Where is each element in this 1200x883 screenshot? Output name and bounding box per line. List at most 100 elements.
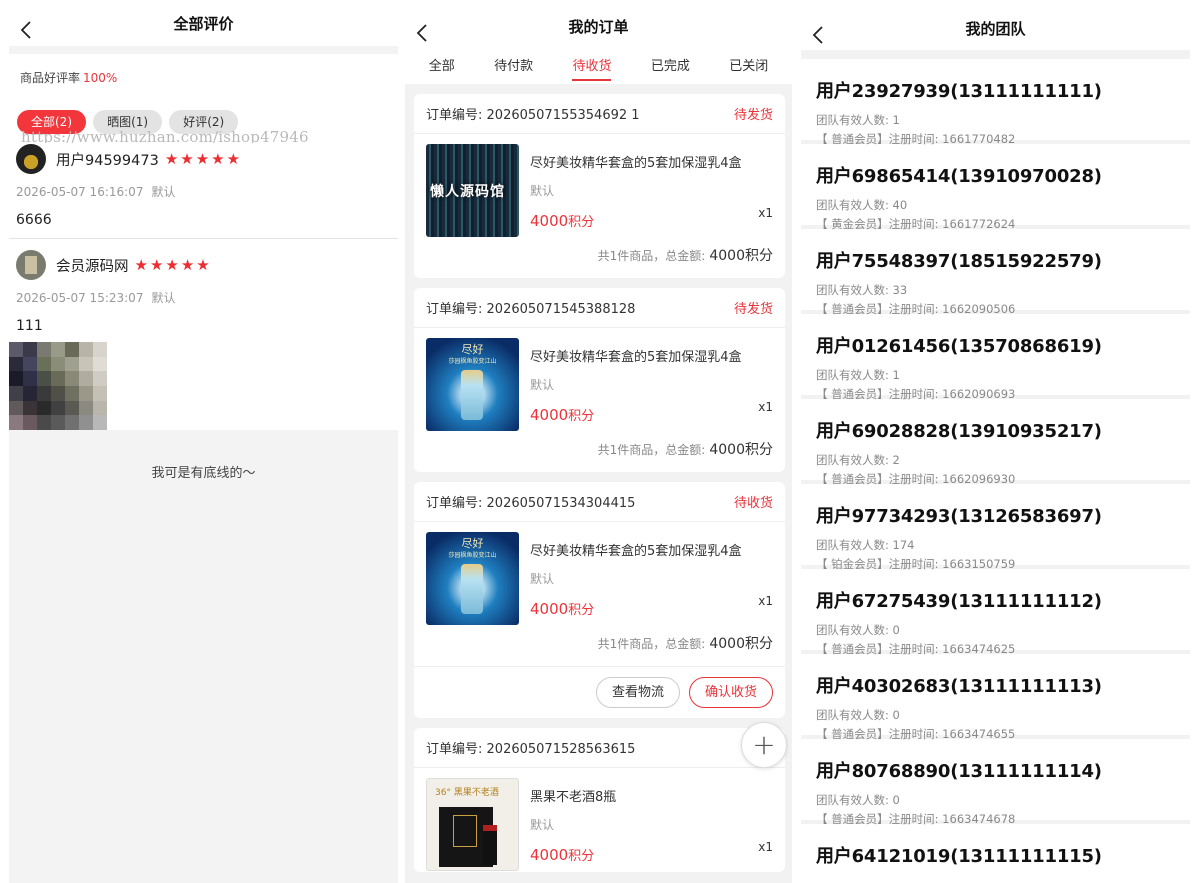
tab-pending-receipt[interactable]: 待收货 [572,42,612,84]
member-item[interactable]: 用户01261456(13570868619) 团队有效人数: 1 【 普通会员】注… [801,314,1190,401]
order-total: 4000积分 [709,636,773,652]
member-name: 用户69865414(13910970028) [816,166,1102,187]
price-unit: 积分 [568,409,595,424]
order-no-label: 订单编号: [426,496,483,511]
order-card[interactable]: 订单编号: 20260507155354692 1 待发货 懒人源码馆 尽好美妆精… [414,94,785,278]
member-item[interactable]: 用户69028828(13910935217) 团队有效人数: 2 【 普通会员】注… [801,399,1190,486]
member-team-count: 团队有效人数: 1 [816,113,900,127]
tab-pending-payment[interactable]: 待付款 [494,42,533,84]
order-summary: 共1件商品，总金额: 4000积分 [414,238,785,278]
review-spec: 默认 [151,185,176,199]
team-header: 我的团队 [801,0,1190,50]
page-title: 我的订单 [568,18,629,36]
summary-label: 共1件商品，总金额: [597,637,706,651]
reviews-panel: 全部评价 商品好评率 100% 全部(2) 晒图(1) 好评(2) https:/… [9,0,398,883]
member-team-count: 团队有效人数: 0 [816,708,900,722]
member-list: 用户23927939(13111111111) 团队有效人数: 1 【 普通会员】注… [801,59,1190,883]
product-spec: 默认 [530,818,555,832]
tab-all[interactable]: 全部 [429,42,455,84]
product-image: 尽好莎园枫鱼胶变江山 [426,532,519,625]
product-image: 懒人源码馆 [426,144,519,237]
member-name: 用户01261456(13570868619) [816,336,1102,357]
member-name: 用户80768890(13111111114) [816,761,1102,782]
add-icon[interactable]: + [741,722,787,768]
price-unit: 积分 [568,603,595,618]
order-actions: 查看物流 确认收货 [414,666,785,718]
order-no: 202605071528563615 [486,742,636,757]
review-item: 用户94599473 ★★★★★ 2026-05-07 16:16:07 默认 6… [9,143,398,238]
avatar [16,144,46,174]
review-spec: 默认 [151,291,176,305]
order-card[interactable]: 订单编号: 202605071545388128 待发货 尽好 莎园枫鱼胶变江山 尽… [414,288,785,472]
member-item[interactable]: 用户97734293(13126583697) 团队有效人数: 174 【 铂金会员… [801,484,1190,571]
review-user: 会员源码网 [56,258,129,275]
order-no-label: 订单编号: [426,302,483,317]
page-title: 全部评价 [173,15,234,33]
reviews-header: 全部评价 [9,0,398,46]
order-status: 待发货 [733,108,773,123]
thumb-sub: 莎园枫鱼胶变江山 [448,358,497,365]
page-title: 我的团队 [965,20,1026,38]
good-rate-value: 100% [83,71,118,85]
order-summary: 共1件商品，总金额: 4000积分 [414,626,785,666]
back-icon[interactable] [413,12,433,42]
review-content: 6666 [16,212,52,228]
member-team-count: 团队有效人数: 1 [816,368,900,382]
member-item[interactable]: 用户40302683(13111111113) 团队有效人数: 0 【 普通会员】注… [801,654,1190,741]
order-card[interactable]: 订单编号: 202605071534304415 待收货 尽好莎园枫鱼胶变江山 尽… [414,482,785,718]
back-icon[interactable] [809,12,829,44]
price-value: 4000 [530,212,569,230]
star-rating-icon: ★★★★★ [134,256,212,274]
order-no: 202605071534304415 [486,496,636,511]
order-summary: 共1件商品，总金额: 4000积分 [414,432,785,472]
thumb-brand: 尽好 [461,343,484,356]
price-unit: 积分 [568,849,595,864]
price-unit: 积分 [568,215,595,230]
product-name: 尽好美妆精华套盒的5套加保湿乳4盒 [530,544,742,559]
member-name: 用户23927939(13111111111) [816,81,1102,102]
product-spec: 默认 [530,184,555,198]
product-name: 黑果不老酒8瓶 [530,790,617,805]
back-icon[interactable] [17,12,37,39]
summary-label: 共1件商品，总金额: [597,249,706,263]
review-time: 2026-05-07 16:16:07 [16,185,144,199]
member-item[interactable]: 用户67275439(13111111112) 团队有效人数: 0 【 普通会员】注… [801,569,1190,656]
product-image: 36° 黑果不老酒 [426,778,519,871]
team-panel: 我的团队 用户23927939(13111111111) 团队有效人数: 1 【 普… [801,0,1190,883]
price-value: 4000 [530,600,569,618]
review-image[interactable] [9,342,107,430]
thumb-sub: 莎园枫鱼胶变江山 [448,552,497,559]
tab-closed[interactable]: 已关闭 [729,42,768,84]
end-of-list: 我可是有底线的～ [9,446,398,865]
order-card[interactable]: 订单编号: 202605071528563615待 36° 黑果不老酒 黑果不老… [414,728,785,872]
good-rate: 商品好评率 100% [9,54,398,98]
product-price: 4000积分 [530,845,773,864]
member-name: 用户97734293(13126583697) [816,506,1102,527]
orders-panel: 我的订单 全部 待付款 待收货 已完成 已关闭 订单编号: 2026050715… [405,0,792,883]
member-item[interactable]: 用户69865414(13910970028) 团队有效人数: 40 【 黄金会员】… [801,144,1190,231]
member-item[interactable]: 用户64121019(13111111115) [801,824,1190,883]
member-item[interactable]: 用户80768890(13111111114) 团队有效人数: 0 【 普通会员】注… [801,739,1190,826]
member-team-count: 团队有效人数: 174 [816,538,915,552]
price-value: 4000 [530,846,569,864]
member-item[interactable]: 用户23927939(13111111111) 团队有效人数: 1 【 普通会员】注… [801,59,1190,146]
order-status: 待收货 [733,496,773,511]
review-item: 会员源码网 ★★★★★ 2026-05-07 15:23:07 默认 111 [9,239,398,430]
member-team-count: 团队有效人数: 33 [816,283,908,297]
product-qty: x1 [758,594,773,608]
view-logistics-button[interactable]: 查看物流 [595,677,680,708]
product-image: 尽好莎园枫鱼胶变江山 [426,338,519,431]
thumb-brand: 尽好 [461,537,484,550]
summary-label: 共1件商品，总金额: [597,443,706,457]
review-time: 2026-05-07 15:23:07 [16,291,144,305]
confirm-receipt-button[interactable]: 确认收货 [688,677,773,708]
avatar [16,250,46,280]
member-name: 用户40302683(13111111113) [816,676,1102,697]
review-user: 用户94599473 [56,152,159,169]
member-team-count: 团队有效人数: 0 [816,623,900,637]
order-total: 4000积分 [709,442,773,458]
orders-header: 我的订单 [405,0,792,42]
member-name: 用户67275439(13111111112) [816,591,1102,612]
member-item[interactable]: 用户75548397(18515922579) 团队有效人数: 33 【 普通会员】… [801,229,1190,316]
tab-completed[interactable]: 已完成 [651,42,690,84]
